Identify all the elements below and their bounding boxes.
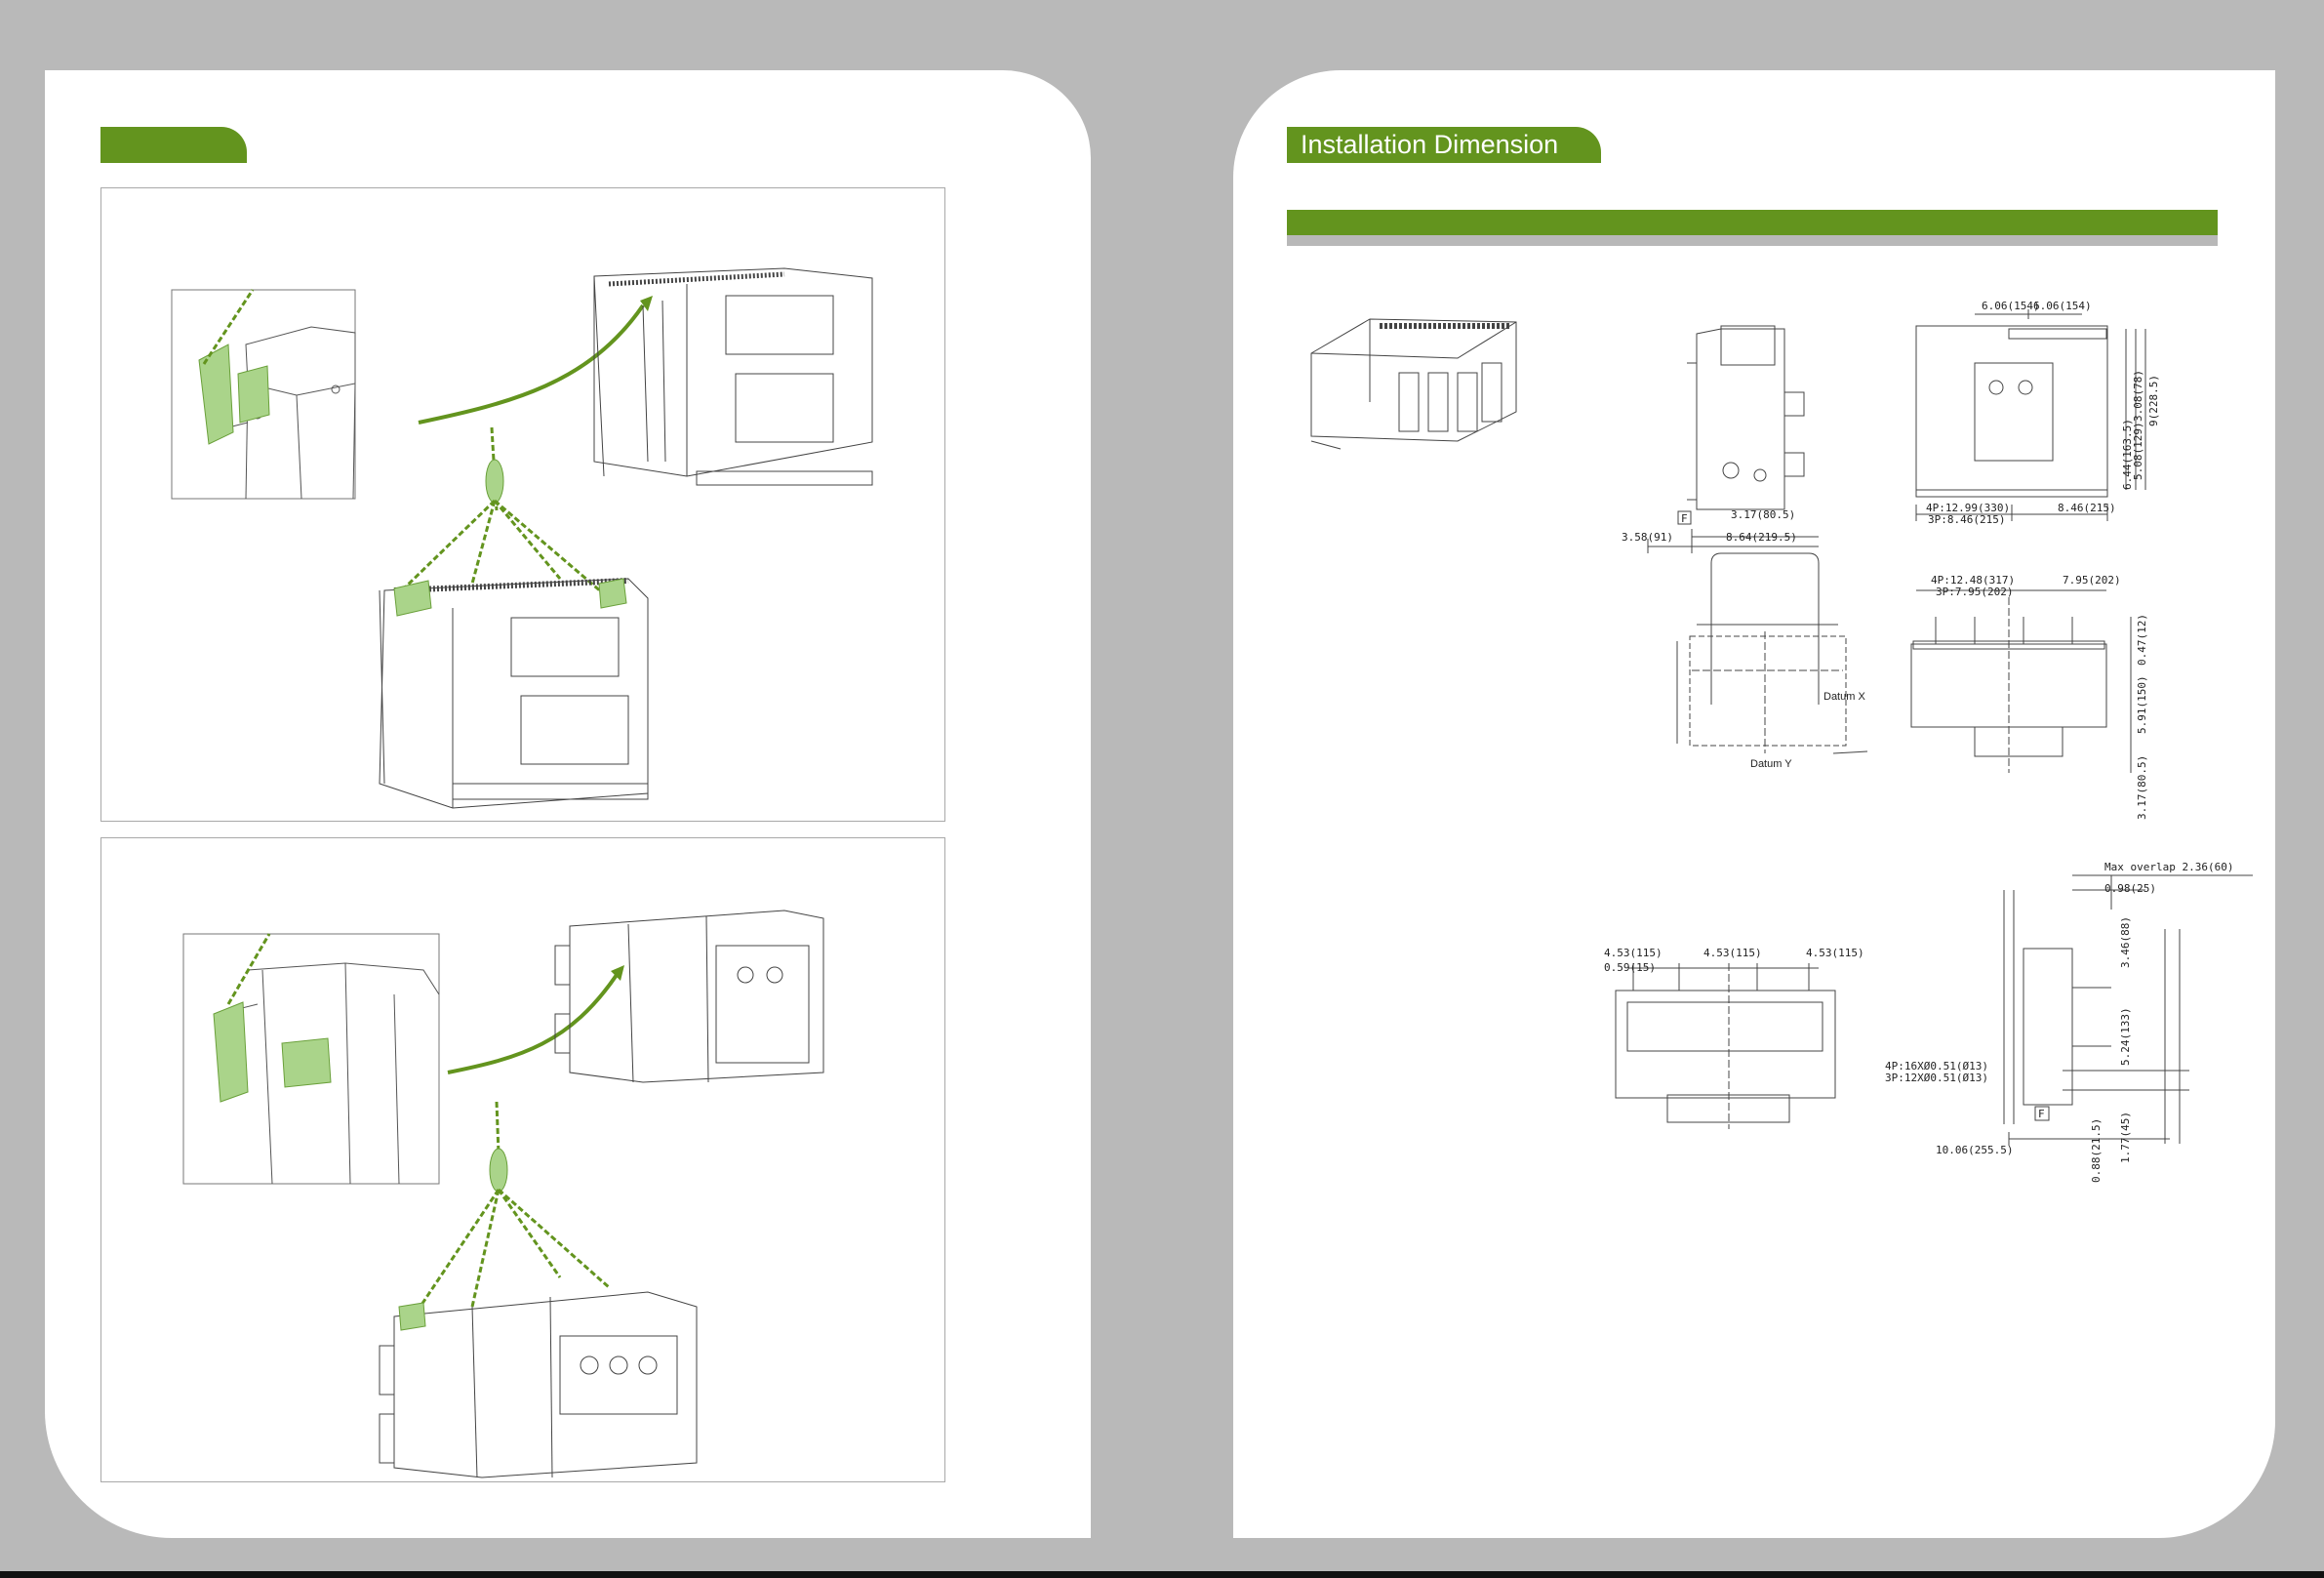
bottom-edge [0, 1571, 2324, 1578]
breaker-fixed-upper [554, 910, 824, 1083]
breaker-fixed-lower [379, 1291, 698, 1478]
lifting-drawout-illustration [171, 267, 873, 809]
breaker-isometric [1310, 318, 1517, 450]
dim-front-top-right: 6.06(154) [2033, 300, 2092, 312]
dim-front-h4: 6.44(163.5) [2121, 419, 2134, 490]
breaker-drawout-lower [379, 578, 649, 809]
dim-side-depth: 3.17(80.5) [1731, 508, 1795, 521]
left-page [45, 70, 1091, 1538]
dim-mount-v1: 0.47(12) [2136, 614, 2148, 666]
dim-terminal-1: 4.53(115) [1604, 947, 1663, 959]
datum-x-label: Datum X [1823, 691, 1865, 703]
dim-side-term-1: 3.46(88) [2119, 916, 2132, 968]
dim-side-term-depth: 10.06(255.5) [1936, 1144, 2013, 1156]
dim-mount-v3: 3.17(80.5) [2136, 755, 2148, 820]
panel-cutout-drawing [1676, 552, 1868, 754]
arrow-curve [418, 303, 645, 425]
dim-side-term-datum: F [2038, 1108, 2045, 1120]
dim-front-h2: 3.08(78) [2132, 370, 2144, 422]
dim-side-term-3: 1.77(45) [2119, 1112, 2132, 1163]
front-view-drawing [1915, 309, 2146, 521]
lifting-ropes [412, 1188, 610, 1317]
dim-mount-3p: 3P:7.95(202) [1936, 586, 2013, 598]
dim-terminal-gap: 0.59(15) [1604, 961, 1656, 974]
dim-side-term-4: 0.88(21.5) [2090, 1118, 2103, 1183]
section-tab [100, 127, 247, 163]
datum-y-label: Datum Y [1750, 758, 1792, 770]
lifting-fixed-frame [100, 837, 945, 1482]
dim-hole-3p: 3P:12XØ0.51(Ø13) [1885, 1072, 1988, 1084]
right-page: Installation Dimension 3.17(80.5) 3.58(9… [1233, 70, 2275, 1538]
terminal-view-drawing [1615, 963, 1836, 1129]
dim-terminal-2: 4.53(115) [1703, 947, 1762, 959]
dim-front-top-left: 6.06(154) [1982, 300, 2040, 312]
dim-front-3p: 3P:8.46(215) [1928, 513, 2005, 526]
dim-mount-v2: 5.91(150) [2136, 675, 2148, 734]
bottom-mount-drawing [1910, 589, 2132, 773]
dim-front-right: 8.46(215) [2058, 502, 2116, 514]
dim-side-total: 8.64(219.5) [1726, 531, 1797, 544]
lifting-drawout-frame [100, 187, 945, 822]
dim-terminal-3: 4.53(115) [1806, 947, 1864, 959]
arrow-curve [447, 973, 619, 1074]
dimension-drawings: 3.17(80.5) 3.58(91) 8.64(219.5) F 6.06(1… [1310, 300, 2253, 1183]
dim-overlap-min: 0.98(25) [2104, 882, 2156, 895]
breaker-drawout-upper [593, 267, 873, 486]
dim-max-overlap: Max overlap 2.36(60) [2104, 861, 2233, 873]
dim-side-offset: 3.58(91) [1622, 531, 1673, 544]
dim-side-term-2: 5.24(133) [2119, 1007, 2132, 1066]
dim-front-height: 9(228.5) [2147, 375, 2160, 426]
dim-mount-right: 7.95(202) [2063, 574, 2121, 587]
lifting-fixed-illustration [182, 910, 824, 1478]
dim-side-datum: F [1681, 512, 1688, 525]
